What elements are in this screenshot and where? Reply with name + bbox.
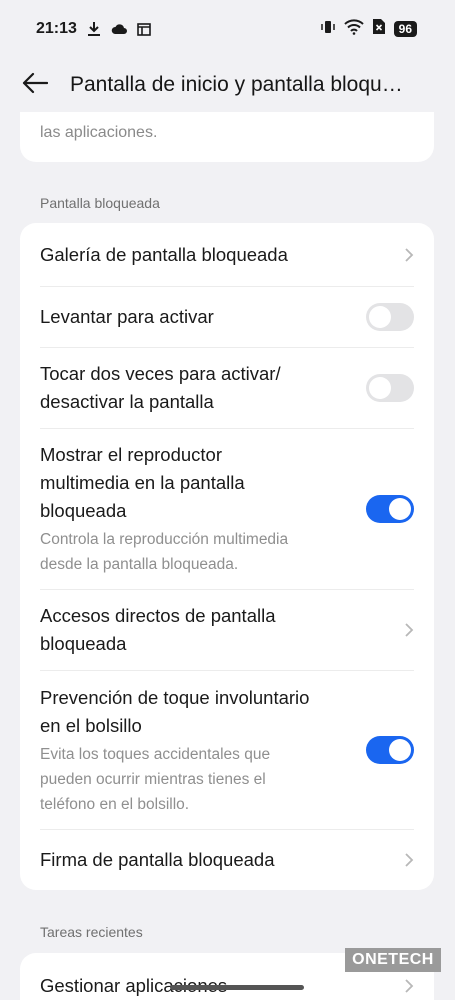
row-media-player[interactable]: Mostrar el reproductor multimedia en la … [20,429,434,589]
vibrate-icon [320,19,336,40]
back-button[interactable] [0,58,70,112]
page-title: Pantalla de inicio y pantalla bloqu… [70,73,403,96]
row-title: Firma de pantalla bloqueada [40,849,275,870]
status-right: 96 [320,18,417,40]
row-subtitle-line3: teléfono en el bolsillo. [40,795,190,813]
download-icon [87,21,101,37]
row-title-line2: desactivar la pantalla [40,391,214,412]
row-title-line1: Tocar dos veces para activar/ [40,363,281,384]
row-text: Firma de pantalla bloqueada [40,846,384,874]
raise-to-wake-toggle[interactable] [366,303,414,331]
row-title-line2: en el bolsillo [40,714,142,736]
row-title-line3: bloqueada [40,500,127,521]
row-pocket-mode[interactable]: Prevención de toque involuntario en el b… [20,671,434,829]
row-title: Galería de pantalla bloqueada [40,243,288,265]
row-title-line1: Accesos directos de pantalla [40,605,276,626]
previous-settings-card[interactable]: las aplicaciones. [20,112,434,162]
app-header: Pantalla de inicio y pantalla bloqu… [0,58,455,112]
row-text: Prevención de toque involuntario en el b… [40,684,366,817]
row-double-tap-wake[interactable]: Tocar dos veces para activar/ desactivar… [20,348,434,428]
sim-off-icon [372,18,386,40]
watermark-logo: ONETECH [345,948,441,972]
fade-overlay [40,112,420,118]
section-label-recent-tasks: Tareas recientes [40,924,143,940]
row-subtitle-line1: Evita los toques accidentales que [40,745,271,763]
toggle-knob [389,498,411,520]
window-icon [137,22,151,36]
row-text: Levantar para activar [40,303,366,331]
double-tap-toggle[interactable] [366,374,414,402]
previous-card-text: las aplicaciones. [40,124,158,141]
chevron-right-icon [384,852,414,868]
row-lock-screen-shortcuts[interactable]: Accesos directos de pantalla bloqueada [20,590,434,670]
toggle-knob [389,739,411,761]
wifi-icon [343,18,364,40]
cloud-icon [111,23,127,35]
row-raise-to-wake[interactable]: Levantar para activar [20,287,434,347]
row-text: Mostrar el reproductor multimedia en la … [40,441,366,577]
section-label-lock-screen: Pantalla bloqueada [40,195,160,211]
status-left: 21:13 [36,20,151,38]
battery-indicator: 96 [393,21,417,37]
row-text: Galería de pantalla bloqueada [40,241,384,269]
row-title-line1: Prevención de toque involuntario [40,686,310,708]
row-text: Accesos directos de pantalla bloqueada [40,602,384,658]
row-title-line2: bloqueada [40,633,127,654]
row-subtitle-line2: pueden ocurrir mientras tienes el [40,770,266,788]
row-lock-screen-signature[interactable]: Firma de pantalla bloqueada [20,830,434,890]
row-title-line1: Mostrar el reproductor [40,444,222,465]
media-player-toggle[interactable] [366,495,414,523]
row-lock-screen-gallery[interactable]: Galería de pantalla bloqueada [20,223,434,286]
clock: 21:13 [36,20,77,37]
chevron-right-icon [384,247,414,263]
lock-screen-settings-card: Galería de pantalla bloqueada Levantar p… [20,223,434,890]
chevron-right-icon [384,622,414,638]
row-title: Levantar para activar [40,306,214,327]
status-bar: 21:13 96 [0,0,455,58]
row-title-line2: multimedia en la pantalla [40,472,245,493]
back-arrow-icon [22,72,49,99]
row-text: Tocar dos veces para activar/ desactivar… [40,360,366,416]
pocket-mode-toggle[interactable] [366,736,414,764]
toggle-knob [369,377,391,399]
chevron-right-icon [384,978,414,994]
row-subtitle-line2: desde la pantalla bloqueada. [40,556,239,573]
row-subtitle-line1: Controla la reproducción multimedia [40,531,289,548]
home-indicator[interactable] [170,985,304,990]
toggle-knob [369,306,391,328]
